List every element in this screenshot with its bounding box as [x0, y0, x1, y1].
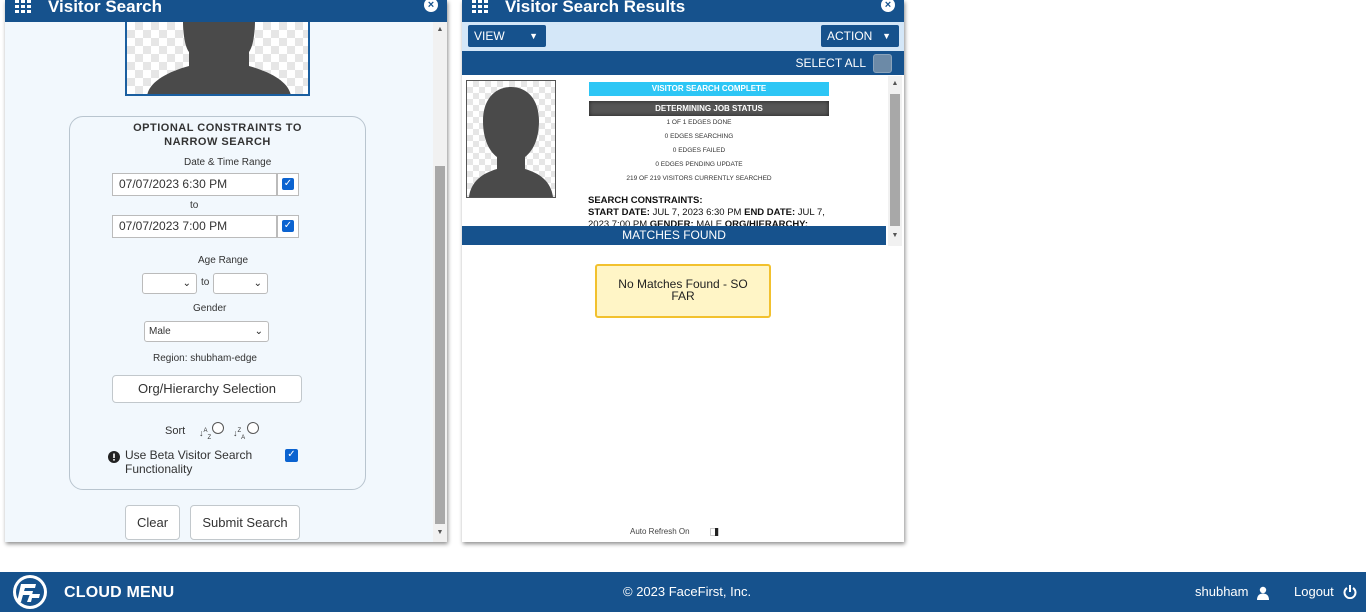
- person-silhouette-icon: [147, 22, 291, 94]
- start-date-value: JUL 7, 2023 6:30 PM: [652, 207, 742, 218]
- age-min-select[interactable]: ⌄: [142, 273, 197, 294]
- view-button-label: VIEW: [474, 29, 505, 43]
- facefirst-logo-icon: [10, 572, 50, 612]
- chevron-down-icon: ⌄: [253, 278, 262, 289]
- info-exclamation-icon: [108, 451, 120, 463]
- select-all-bar: SELECT ALL: [462, 51, 904, 75]
- stat-visitors-searched: 219 OF 219 VISITORS CURRENTLY SEARCHED: [626, 175, 772, 182]
- chevron-down-icon: ⌄: [182, 278, 191, 289]
- results-toolbar: VIEW ▼ ACTION ▼: [462, 22, 904, 51]
- auto-refresh-toggle[interactable]: [710, 528, 719, 536]
- person-silhouette-icon: [469, 87, 553, 197]
- sort-descending-icon: ↓ZA: [233, 428, 246, 441]
- grid-menu-icon[interactable]: [15, 0, 31, 14]
- gender-select-value: Male: [149, 326, 171, 337]
- stat-edges-failed: 0 EDGES FAILED: [672, 147, 726, 154]
- beta-search-label: Use Beta Visitor Search Functionality: [125, 448, 252, 476]
- panel-title: Visitor Search Results: [505, 0, 686, 16]
- select-all-checkbox[interactable]: [873, 54, 892, 73]
- stat-edges-pending: 0 EDGES PENDING UPDATE: [655, 161, 743, 168]
- logout-link[interactable]: Logout: [1294, 584, 1334, 599]
- search-complete-banner: VISITOR SEARCH COMPLETE: [589, 82, 829, 96]
- beta-search-checkbox[interactable]: ✓: [285, 449, 298, 462]
- end-date-key: END DATE:: [744, 207, 796, 218]
- footer-bar: CLOUD MENU © 2023 FaceFirst, Inc. shubha…: [0, 572, 1366, 612]
- cloud-menu-button[interactable]: CLOUD MENU: [64, 584, 174, 602]
- date-to-label: to: [190, 200, 199, 211]
- search-constraints-values: START DATE: JUL 7, 2023 6:30 PM END DATE…: [588, 207, 836, 227]
- start-date-checkbox-cell: ✓: [277, 173, 299, 196]
- end-date-checkbox[interactable]: ✓: [282, 220, 294, 232]
- visitor-search-panel: Visitor Search × OPTIONAL CONSTRAINTS TO…: [5, 0, 447, 542]
- start-date-key: START DATE:: [588, 207, 650, 218]
- chevron-down-icon: ⌄: [254, 326, 263, 337]
- visitor-search-results-panel: Visitor Search Results × VIEW ▼ ACTION ▼…: [462, 0, 904, 542]
- stat-edges-done: 1 OF 1 EDGES DONE: [666, 119, 732, 126]
- panel-title: Visitor Search: [48, 0, 163, 16]
- user-icon[interactable]: [1257, 586, 1269, 600]
- date-range-label: Date & Time Range: [184, 157, 272, 168]
- auto-refresh-row: Auto Refresh On: [462, 523, 887, 541]
- username-link[interactable]: shubham: [1195, 584, 1248, 599]
- constraints-title: OPTIONAL CONSTRAINTS TO NARROW SEARCH: [70, 121, 365, 149]
- close-icon[interactable]: ×: [881, 0, 895, 12]
- region-label: Region: shubham-edge: [153, 353, 257, 364]
- power-icon[interactable]: [1343, 585, 1357, 599]
- results-scroll-thumb[interactable]: [890, 94, 900, 226]
- beta-label-line1: Use Beta Visitor Search: [125, 448, 253, 462]
- scroll-up-arrow-icon[interactable]: ▲: [888, 78, 902, 90]
- action-button-label: ACTION: [827, 29, 873, 43]
- beta-label-line2: Functionality: [125, 462, 193, 476]
- search-constraints-summary: SEARCH CONSTRAINTS: START DATE: JUL 7, 2…: [588, 195, 836, 227]
- start-date-checkbox[interactable]: ✓: [282, 178, 294, 190]
- start-date-input[interactable]: 07/07/2023 6:30 PM: [112, 173, 277, 196]
- stat-edges-searching: 0 EDGES SEARCHING: [664, 133, 734, 140]
- action-dropdown-button[interactable]: ACTION ▼: [821, 25, 899, 47]
- sort-descending-radio[interactable]: [247, 422, 259, 434]
- facefirst-logo[interactable]: [10, 572, 50, 612]
- sort-ascending-radio[interactable]: [212, 422, 224, 434]
- end-date-checkbox-cell: ✓: [277, 215, 299, 238]
- scroll-down-arrow-icon[interactable]: ▼: [433, 527, 447, 539]
- view-dropdown-button[interactable]: VIEW ▼: [468, 25, 546, 47]
- results-scrollbar[interactable]: ▲ ▼: [888, 76, 902, 246]
- age-to-label: to: [201, 277, 210, 288]
- age-max-select[interactable]: ⌄: [213, 273, 268, 294]
- job-status-banner: DETERMINING JOB STATUS: [589, 101, 829, 116]
- left-scrollbar[interactable]: ▲ ▼: [433, 22, 447, 542]
- clear-button[interactable]: Clear: [125, 505, 180, 540]
- end-date-input[interactable]: 07/07/2023 7:00 PM: [112, 215, 277, 238]
- age-range-label: Age Range: [198, 255, 249, 266]
- submit-search-button[interactable]: Submit Search: [190, 505, 300, 540]
- result-probe-photo[interactable]: [466, 80, 556, 198]
- sort-label: Sort: [165, 425, 186, 437]
- no-matches-line2: FAR: [671, 289, 695, 303]
- toggle-knob: [715, 528, 718, 536]
- auto-refresh-label: Auto Refresh On: [630, 527, 690, 536]
- scroll-up-arrow-icon[interactable]: ▲: [433, 24, 447, 36]
- optional-constraints-box: OPTIONAL CONSTRAINTS TO NARROW SEARCH Da…: [69, 116, 366, 490]
- constraints-title-line2: NARROW SEARCH: [164, 136, 271, 148]
- copyright-text: © 2023 FaceFirst, Inc.: [623, 584, 752, 599]
- close-icon[interactable]: ×: [424, 0, 438, 12]
- left-scroll-thumb[interactable]: [435, 166, 445, 524]
- org-hierarchy-button[interactable]: Org/Hierarchy Selection: [112, 375, 302, 403]
- caret-down-icon: ▼: [882, 31, 891, 41]
- gender-select[interactable]: Male ⌄: [144, 321, 269, 342]
- select-all-label: SELECT ALL: [795, 56, 867, 70]
- visitor-search-titlebar: Visitor Search ×: [5, 0, 447, 22]
- sort-ascending-icon: ↓AZ: [199, 428, 212, 441]
- gender-label: Gender: [193, 303, 227, 314]
- no-matches-notice: No Matches Found - SO FAR: [595, 264, 771, 318]
- matches-found-bar: MATCHES FOUND: [462, 226, 886, 245]
- scroll-down-arrow-icon[interactable]: ▼: [888, 230, 902, 242]
- search-constraints-heading: SEARCH CONSTRAINTS:: [588, 195, 703, 206]
- grid-menu-icon[interactable]: [472, 0, 488, 14]
- probe-photo[interactable]: [125, 22, 310, 96]
- constraints-title-line1: OPTIONAL CONSTRAINTS TO: [133, 122, 302, 134]
- results-titlebar: Visitor Search Results ×: [462, 0, 904, 22]
- caret-down-icon: ▼: [529, 31, 538, 41]
